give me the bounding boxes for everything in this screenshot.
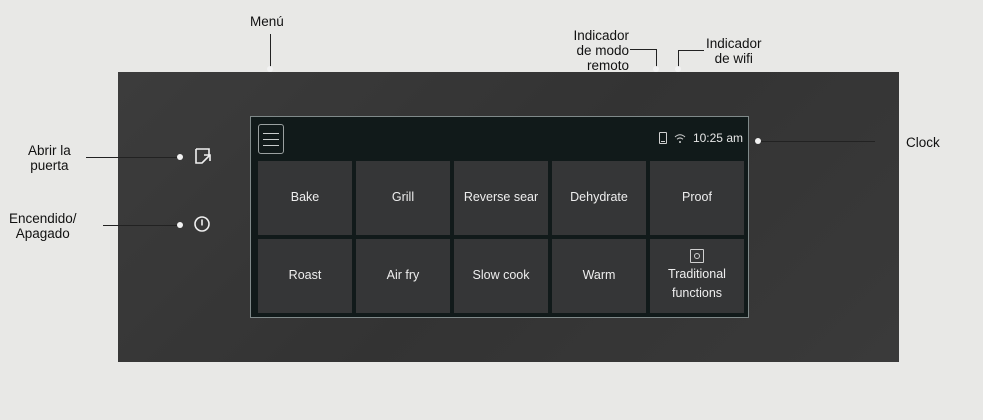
tile-warm[interactable]: Warm — [552, 239, 646, 313]
tile-air-fry[interactable]: Air fry — [356, 239, 450, 313]
label-wifi-indicator: Indicador de wifi — [706, 36, 762, 66]
label-clock: Clock — [906, 135, 940, 150]
tile-label: Grill — [391, 190, 415, 205]
power-icon[interactable] — [193, 215, 211, 233]
tile-roast[interactable]: Roast — [258, 239, 352, 313]
remote-mode-icon — [658, 132, 667, 144]
tile-dehydrate[interactable]: Dehydrate — [552, 161, 646, 235]
tile-label: Reverse sear — [463, 190, 539, 205]
tile-bake[interactable]: Bake — [258, 161, 352, 235]
tile-label: Warm — [582, 268, 616, 283]
tile-reverse-sear[interactable]: Reverse sear — [454, 161, 548, 235]
door-open-icon[interactable] — [194, 147, 214, 165]
tile-grill[interactable]: Grill — [356, 161, 450, 235]
function-grid: Bake Grill Reverse sear Dehydrate Proof … — [258, 161, 744, 313]
touch-display: 10:25 am Bake Grill Reverse sear Dehydra… — [250, 116, 749, 318]
tile-proof[interactable]: Proof — [650, 161, 744, 235]
clock: 10:25 am — [692, 131, 743, 145]
tile-traditional-functions[interactable]: Traditional functions — [650, 239, 744, 313]
tile-label: Proof — [682, 190, 712, 205]
tile-label: Slow cook — [472, 268, 530, 283]
label-menu: Menú — [250, 14, 284, 29]
wifi-icon — [674, 133, 686, 143]
tile-label: Dehydrate — [570, 190, 628, 205]
tile-label: Bake — [290, 190, 320, 205]
status-bar: 10:25 am — [658, 131, 743, 145]
label-remote-mode-indicator: Indicador de modo remoto — [573, 28, 629, 73]
tile-slow-cook[interactable]: Slow cook — [454, 239, 548, 313]
label-power: Encendido/ Apagado — [9, 211, 77, 241]
tile-label: Roast — [288, 268, 322, 283]
label-open-door: Abrir la puerta — [28, 143, 71, 173]
menu-button[interactable] — [258, 124, 284, 154]
oven-fan-icon — [690, 248, 704, 263]
tile-label: Air fry — [386, 268, 420, 283]
tile-label: Traditional functions — [668, 266, 726, 300]
